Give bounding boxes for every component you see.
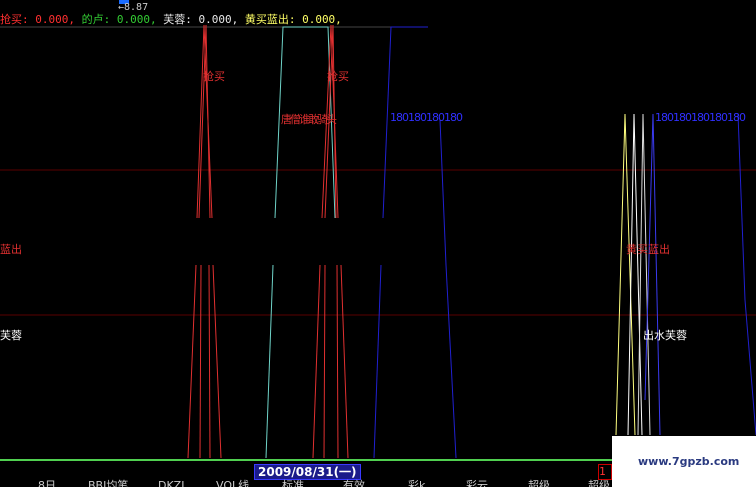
tab-item[interactable]: 彩云 bbox=[466, 479, 488, 487]
tab-item[interactable]: 彩k bbox=[408, 479, 425, 487]
tab-item[interactable]: BBI均笔 bbox=[88, 479, 128, 487]
label-blue-sell-left: 蓝出 bbox=[0, 243, 22, 256]
cursor-date: 2009/08/31(一) bbox=[254, 464, 361, 480]
tab-item[interactable]: 有效 bbox=[343, 479, 365, 487]
cyan-plateau bbox=[265, 264, 274, 459]
tab-item[interactable]: DKZJ bbox=[158, 479, 184, 487]
red-spike bbox=[323, 264, 326, 459]
blue-plateau bbox=[373, 264, 382, 459]
blue-line bbox=[737, 113, 756, 436]
legend-grab-buy: 抢买: 0.000, bbox=[0, 13, 75, 26]
yellow-spike bbox=[615, 113, 636, 436]
label-yellow-buy-blue-sell: 黄买蓝出 bbox=[626, 243, 670, 256]
indicator-legend: 抢买: 0.000, 的卢: 0.000, 芙蓉: 0.000, 黄买蓝出: 0… bbox=[0, 13, 342, 27]
site-watermark: www.7gpzb.com bbox=[612, 436, 756, 487]
legend-yellow-buy-blue-sell: 黄买蓝出: 0.000, bbox=[238, 13, 342, 26]
tab-item[interactable]: 超级 bbox=[528, 479, 550, 487]
label-grab-buy-1: 抢买 bbox=[203, 70, 225, 83]
red-spike bbox=[199, 264, 202, 459]
label-180-group-1: 180180180180 bbox=[390, 111, 463, 124]
red-spike bbox=[336, 264, 339, 459]
legend-lotus: 芙蓉: 0.000, bbox=[156, 13, 239, 26]
right-value-box: 1 bbox=[598, 464, 612, 480]
red-spike bbox=[212, 264, 222, 459]
red-spike bbox=[340, 264, 349, 459]
indicator-tab-bar: 8日 BBI均笔 DKZJ VOL线 标准 有效 彩k 彩云 超级 超级 bbox=[0, 479, 612, 487]
watermark-text: www.7gpzb.com bbox=[638, 455, 740, 468]
tab-item[interactable]: 超级 bbox=[588, 479, 610, 487]
tab-item[interactable]: 8日 bbox=[38, 479, 56, 487]
red-spike bbox=[208, 264, 211, 459]
red-spike bbox=[187, 264, 197, 459]
label-180-group-2: 180180180180180 bbox=[655, 111, 746, 124]
legend-dilu: 的卢: 0.000, bbox=[74, 13, 157, 26]
blue-plateau bbox=[439, 119, 457, 459]
tab-item[interactable]: VOL线 bbox=[216, 479, 249, 487]
label-tang-seng: 唐僧谁敢骑头 bbox=[281, 113, 337, 126]
label-out-of-water-lotus: 出水芙蓉 bbox=[643, 329, 687, 342]
label-lotus-left: 芙蓉 bbox=[0, 329, 22, 342]
tab-item[interactable]: 标准 bbox=[282, 479, 304, 487]
blue-spike bbox=[644, 113, 661, 436]
label-grab-buy-2: 抢买 bbox=[327, 70, 349, 83]
red-spike bbox=[312, 264, 321, 459]
price-marker: ←8.87 bbox=[118, 2, 149, 13]
